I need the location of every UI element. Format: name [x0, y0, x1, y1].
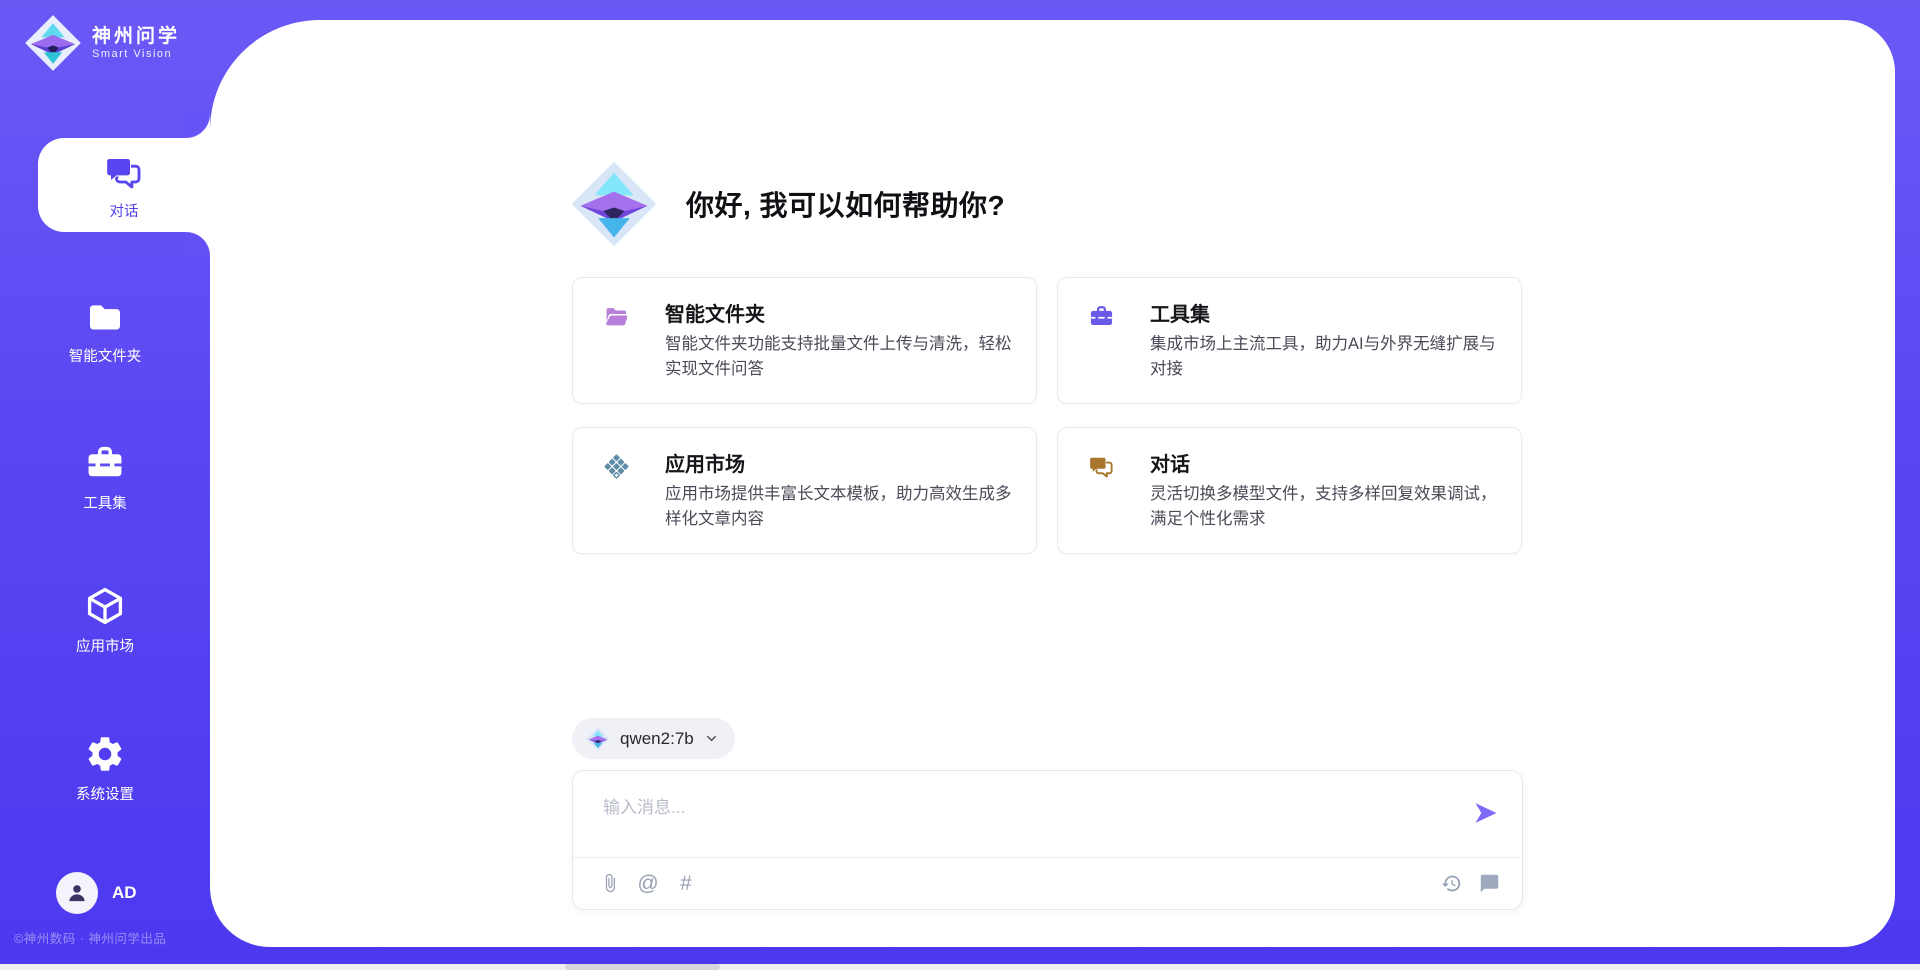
- sidebar-item-label: 系统设置: [0, 783, 210, 804]
- brand-diamond-icon: [24, 14, 82, 72]
- send-icon: [1472, 799, 1500, 827]
- card-description: 应用市场提供丰富长文本模板，助力高效生成多样化文章内容: [665, 482, 1017, 532]
- sidebar-item-label: 工具集: [0, 492, 210, 513]
- horizontal-scrollbar-thumb[interactable]: [565, 964, 720, 970]
- model-name: qwen2:7b: [620, 729, 694, 749]
- card-title: 智能文件夹: [665, 298, 765, 327]
- greeting-text: 你好, 我可以如何帮助你?: [686, 184, 1005, 224]
- topic-button[interactable]: #: [675, 872, 697, 894]
- chevron-down-icon: [704, 731, 719, 746]
- folder-open-icon: [603, 303, 630, 330]
- sidebar-item-toolkit[interactable]: 工具集: [0, 442, 210, 513]
- history-button[interactable]: [1440, 872, 1462, 894]
- model-diamond-icon: [586, 727, 610, 751]
- chat-icon: [1088, 453, 1115, 480]
- horizontal-scrollbar-track: [0, 964, 1920, 970]
- sidebar-item-label: 智能文件夹: [0, 345, 210, 366]
- user-profile[interactable]: AD: [56, 872, 137, 914]
- sidebar-footer-text: ©神州数码 · 神州问学出品: [14, 928, 166, 947]
- tab-fillet-bottom: [186, 232, 210, 256]
- app-root: 神州问学 Smart Vision 对话 智能文件夹 工具集: [0, 0, 1920, 970]
- feature-card-chat[interactable]: 对话 灵活切换多模型文件，支持多样回复效果调试，满足个性化需求: [1057, 427, 1522, 554]
- chat-icon: [104, 152, 144, 192]
- folder-icon: [85, 297, 125, 337]
- cube-icon: [84, 585, 126, 627]
- sidebar-item-smart-folder[interactable]: 智能文件夹: [0, 297, 210, 366]
- toolbox-icon: [84, 442, 126, 484]
- greeting: 你好, 我可以如何帮助你?: [570, 160, 1005, 248]
- toolbox-icon: [1088, 303, 1115, 330]
- feature-card-toolkit[interactable]: 工具集 集成市场上主流工具，助力AI与外界无缝扩展与对接: [1057, 277, 1522, 404]
- card-title: 对话: [1150, 448, 1190, 477]
- tab-fillet-top: [186, 114, 210, 138]
- card-description: 智能文件夹功能支持批量文件上传与清洗，轻松实现文件问答: [665, 332, 1017, 382]
- mention-button[interactable]: @: [637, 872, 659, 894]
- card-description: 灵活切换多模型文件，支持多样回复效果调试，满足个性化需求: [1150, 482, 1502, 532]
- card-title: 应用市场: [665, 448, 745, 477]
- person-icon: [64, 880, 90, 906]
- card-title: 工具集: [1150, 298, 1210, 327]
- send-button[interactable]: [1472, 799, 1500, 827]
- user-name: AD: [112, 883, 137, 903]
- attach-file-button[interactable]: [599, 872, 621, 894]
- feature-card-smart-folder[interactable]: 智能文件夹 智能文件夹功能支持批量文件上传与清洗，轻松实现文件问答: [572, 277, 1037, 404]
- hash-icon: #: [680, 873, 692, 894]
- sidebar-item-chat[interactable]: 对话: [38, 152, 210, 221]
- assistant-diamond-icon: [570, 160, 658, 248]
- message-input[interactable]: [601, 791, 1445, 847]
- history-icon: [1441, 873, 1462, 894]
- card-description: 集成市场上主流工具，助力AI与外界无缝扩展与对接: [1150, 332, 1502, 382]
- message-composer: @ #: [572, 770, 1523, 910]
- new-chat-button[interactable]: [1478, 872, 1500, 894]
- at-icon: @: [637, 873, 658, 894]
- app-title: 神州问学: [92, 26, 180, 48]
- paperclip-icon: [600, 873, 620, 893]
- app-logo: 神州问学 Smart Vision: [24, 14, 180, 72]
- app-subtitle: Smart Vision: [92, 48, 180, 60]
- composer-toolbar: @ #: [599, 858, 1500, 908]
- feature-card-app-market[interactable]: 应用市场 应用市场提供丰富长文本模板，助力高效生成多样化文章内容: [572, 427, 1037, 554]
- sidebar-item-label: 应用市场: [0, 635, 210, 656]
- grid-cube-icon: [603, 453, 630, 480]
- sidebar-item-app-market[interactable]: 应用市场: [0, 585, 210, 656]
- comment-icon: [1479, 873, 1500, 894]
- gear-icon: [84, 733, 126, 775]
- sidebar-item-settings[interactable]: 系统设置: [0, 733, 210, 804]
- avatar: [56, 872, 98, 914]
- model-selector[interactable]: qwen2:7b: [572, 718, 735, 759]
- sidebar-item-label: 对话: [38, 200, 210, 221]
